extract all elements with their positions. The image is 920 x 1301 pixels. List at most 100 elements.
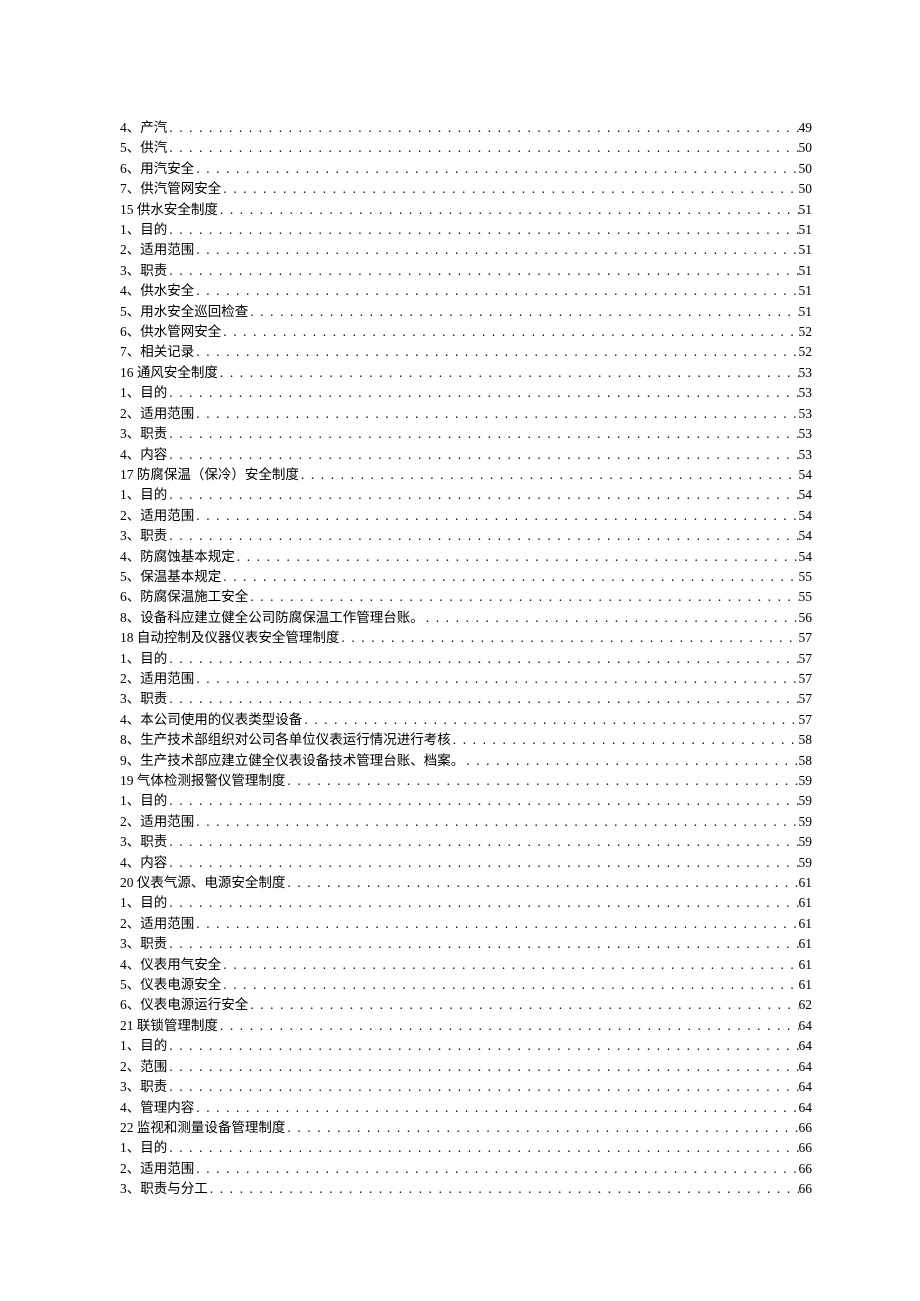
toc-leader-dots <box>167 649 798 669</box>
toc-leader-dots <box>208 1179 799 1199</box>
toc-leader-dots <box>302 710 798 730</box>
toc-entry-label: 3、职责 <box>120 832 167 852</box>
toc-entry-page: 61 <box>799 893 813 913</box>
toc-leader-dots <box>221 567 798 587</box>
toc-entry: 2、范围64 <box>120 1057 812 1077</box>
toc-entry: 4、内容 53 <box>120 445 812 465</box>
toc-entry-label: 2、适用范围 <box>120 1159 194 1179</box>
toc-entry-page: 49 <box>799 118 813 138</box>
toc-entry-page: 61 <box>799 914 813 934</box>
toc-leader-dots <box>167 893 798 913</box>
toc-entry: 7、供汽管网安全50 <box>120 179 812 199</box>
toc-leader-dots <box>167 934 798 954</box>
toc-leader-dots <box>424 608 799 628</box>
toc-entry-page: 50 <box>799 159 813 179</box>
toc-entry-page: 54 <box>799 506 813 526</box>
toc-entry-page: 53 <box>799 363 813 383</box>
toc-leader-dots <box>221 322 798 342</box>
toc-entry: 1、目的66 <box>120 1138 812 1158</box>
toc-leader-dots <box>194 159 798 179</box>
toc-entry-page: 64 <box>799 1098 813 1118</box>
toc-entry-page: 56 <box>799 608 813 628</box>
toc-entry-label: 6、用汽安全 <box>120 159 194 179</box>
toc-entry: 4、仪表用气安全61 <box>120 955 812 975</box>
toc-leader-dots <box>218 1016 799 1036</box>
toc-entry: 4、供水安全 51 <box>120 281 812 301</box>
toc-leader-dots <box>285 1118 798 1138</box>
toc-entry-label: 5、供汽 <box>120 138 167 158</box>
toc-entry: 2、适用范围54 <box>120 506 812 526</box>
toc-entry-label: 2、适用范围 <box>120 240 194 260</box>
toc-entry-label: 4、管理内容 <box>120 1098 194 1118</box>
toc-entry-label: 16 通风安全制度 <box>120 363 218 383</box>
toc-entry-page: 51 <box>799 281 813 301</box>
toc-entry-page: 57 <box>799 649 813 669</box>
toc-entry-page: 54 <box>799 526 813 546</box>
toc-entry-page: 53 <box>799 404 813 424</box>
toc-entry: 1、目的53 <box>120 383 812 403</box>
toc-entry: 2、适用范围59 <box>120 812 812 832</box>
toc-entry: 16 通风安全制度 53 <box>120 363 812 383</box>
toc-entry-label: 7、供汽管网安全 <box>120 179 221 199</box>
toc-entry: 2、适用范围 51 <box>120 240 812 260</box>
toc-entry: 6、仪表电源运行安全62 <box>120 995 812 1015</box>
toc-entry: 8、设备科应建立健全公司防腐保温工作管理台账。56 <box>120 608 812 628</box>
toc-entry: 7、相关记录 52 <box>120 342 812 362</box>
toc-entry-page: 52 <box>799 322 813 342</box>
toc-entry-page: 53 <box>799 383 813 403</box>
toc-entry-page: 58 <box>799 730 813 750</box>
toc-leader-dots <box>167 261 798 281</box>
toc-entry-page: 64 <box>799 1057 813 1077</box>
toc-entry-page: 51 <box>799 240 813 260</box>
toc-entry-label: 3、职责 <box>120 1077 167 1097</box>
toc-leader-dots <box>194 1098 798 1118</box>
toc-leader-dots <box>167 526 798 546</box>
toc-entry-label: 7、相关记录 <box>120 342 194 362</box>
toc-entry-page: 57 <box>799 669 813 689</box>
toc-entry-label: 1、目的 <box>120 1036 167 1056</box>
toc-entry-page: 54 <box>799 465 813 485</box>
toc-leader-dots <box>167 689 798 709</box>
toc-entry-label: 4、供水安全 <box>120 281 194 301</box>
toc-leader-dots <box>194 240 798 260</box>
toc-entry-page: 58 <box>799 751 813 771</box>
toc-entry-label: 1、目的 <box>120 1138 167 1158</box>
toc-entry: 5、仪表电源安全61 <box>120 975 812 995</box>
toc-entry: 1、目的57 <box>120 649 812 669</box>
toc-entry: 3、职责64 <box>120 1077 812 1097</box>
toc-leader-dots <box>221 179 798 199</box>
toc-entry-page: 51 <box>799 261 813 281</box>
toc-entry-label: 4、防腐蚀基本规定 <box>120 547 235 567</box>
toc-entry-page: 66 <box>799 1159 813 1179</box>
toc-entry: 4、产汽49 <box>120 118 812 138</box>
toc-entry-label: 3、职责 <box>120 526 167 546</box>
toc-leader-dots <box>194 669 798 689</box>
toc-entry-page: 53 <box>799 445 813 465</box>
toc-entry-label: 3、职责 <box>120 261 167 281</box>
toc-entry-page: 52 <box>799 342 813 362</box>
toc-leader-dots <box>285 771 798 791</box>
toc-leader-dots <box>218 200 799 220</box>
toc-entry: 20 仪表气源、电源安全制度61 <box>120 873 812 893</box>
toc-entry: 21 联锁管理制度64 <box>120 1016 812 1036</box>
toc-leader-dots <box>451 730 799 750</box>
toc-entry-label: 4、内容 <box>120 853 167 873</box>
toc-entry: 15 供水安全制度51 <box>120 200 812 220</box>
toc-entry: 6、用汽安全 50 <box>120 159 812 179</box>
toc-entry: 17 防腐保温（保冷）安全制度54 <box>120 465 812 485</box>
toc-entry-label: 6、防腐保温施工安全 <box>120 587 248 607</box>
toc-entry-label: 1、目的 <box>120 791 167 811</box>
toc-leader-dots <box>167 1057 798 1077</box>
toc-entry: 3、职责53 <box>120 424 812 444</box>
table-of-contents: 4、产汽495、供汽 506、用汽安全 507、供汽管网安全5015 供水安全制度5… <box>120 118 812 1200</box>
toc-leader-dots <box>194 281 798 301</box>
toc-entry-page: 61 <box>799 934 813 954</box>
toc-leader-dots <box>248 587 798 607</box>
toc-entry-label: 9、生产技术部应建立健全仪表设备技术管理台账、档案。 <box>120 751 464 771</box>
toc-leader-dots <box>167 832 798 852</box>
toc-entry-page: 59 <box>799 853 813 873</box>
toc-entry: 3、职责 54 <box>120 526 812 546</box>
toc-entry-label: 4、内容 <box>120 445 167 465</box>
toc-entry: 1、目的59 <box>120 791 812 811</box>
toc-entry: 1、目的54 <box>120 485 812 505</box>
